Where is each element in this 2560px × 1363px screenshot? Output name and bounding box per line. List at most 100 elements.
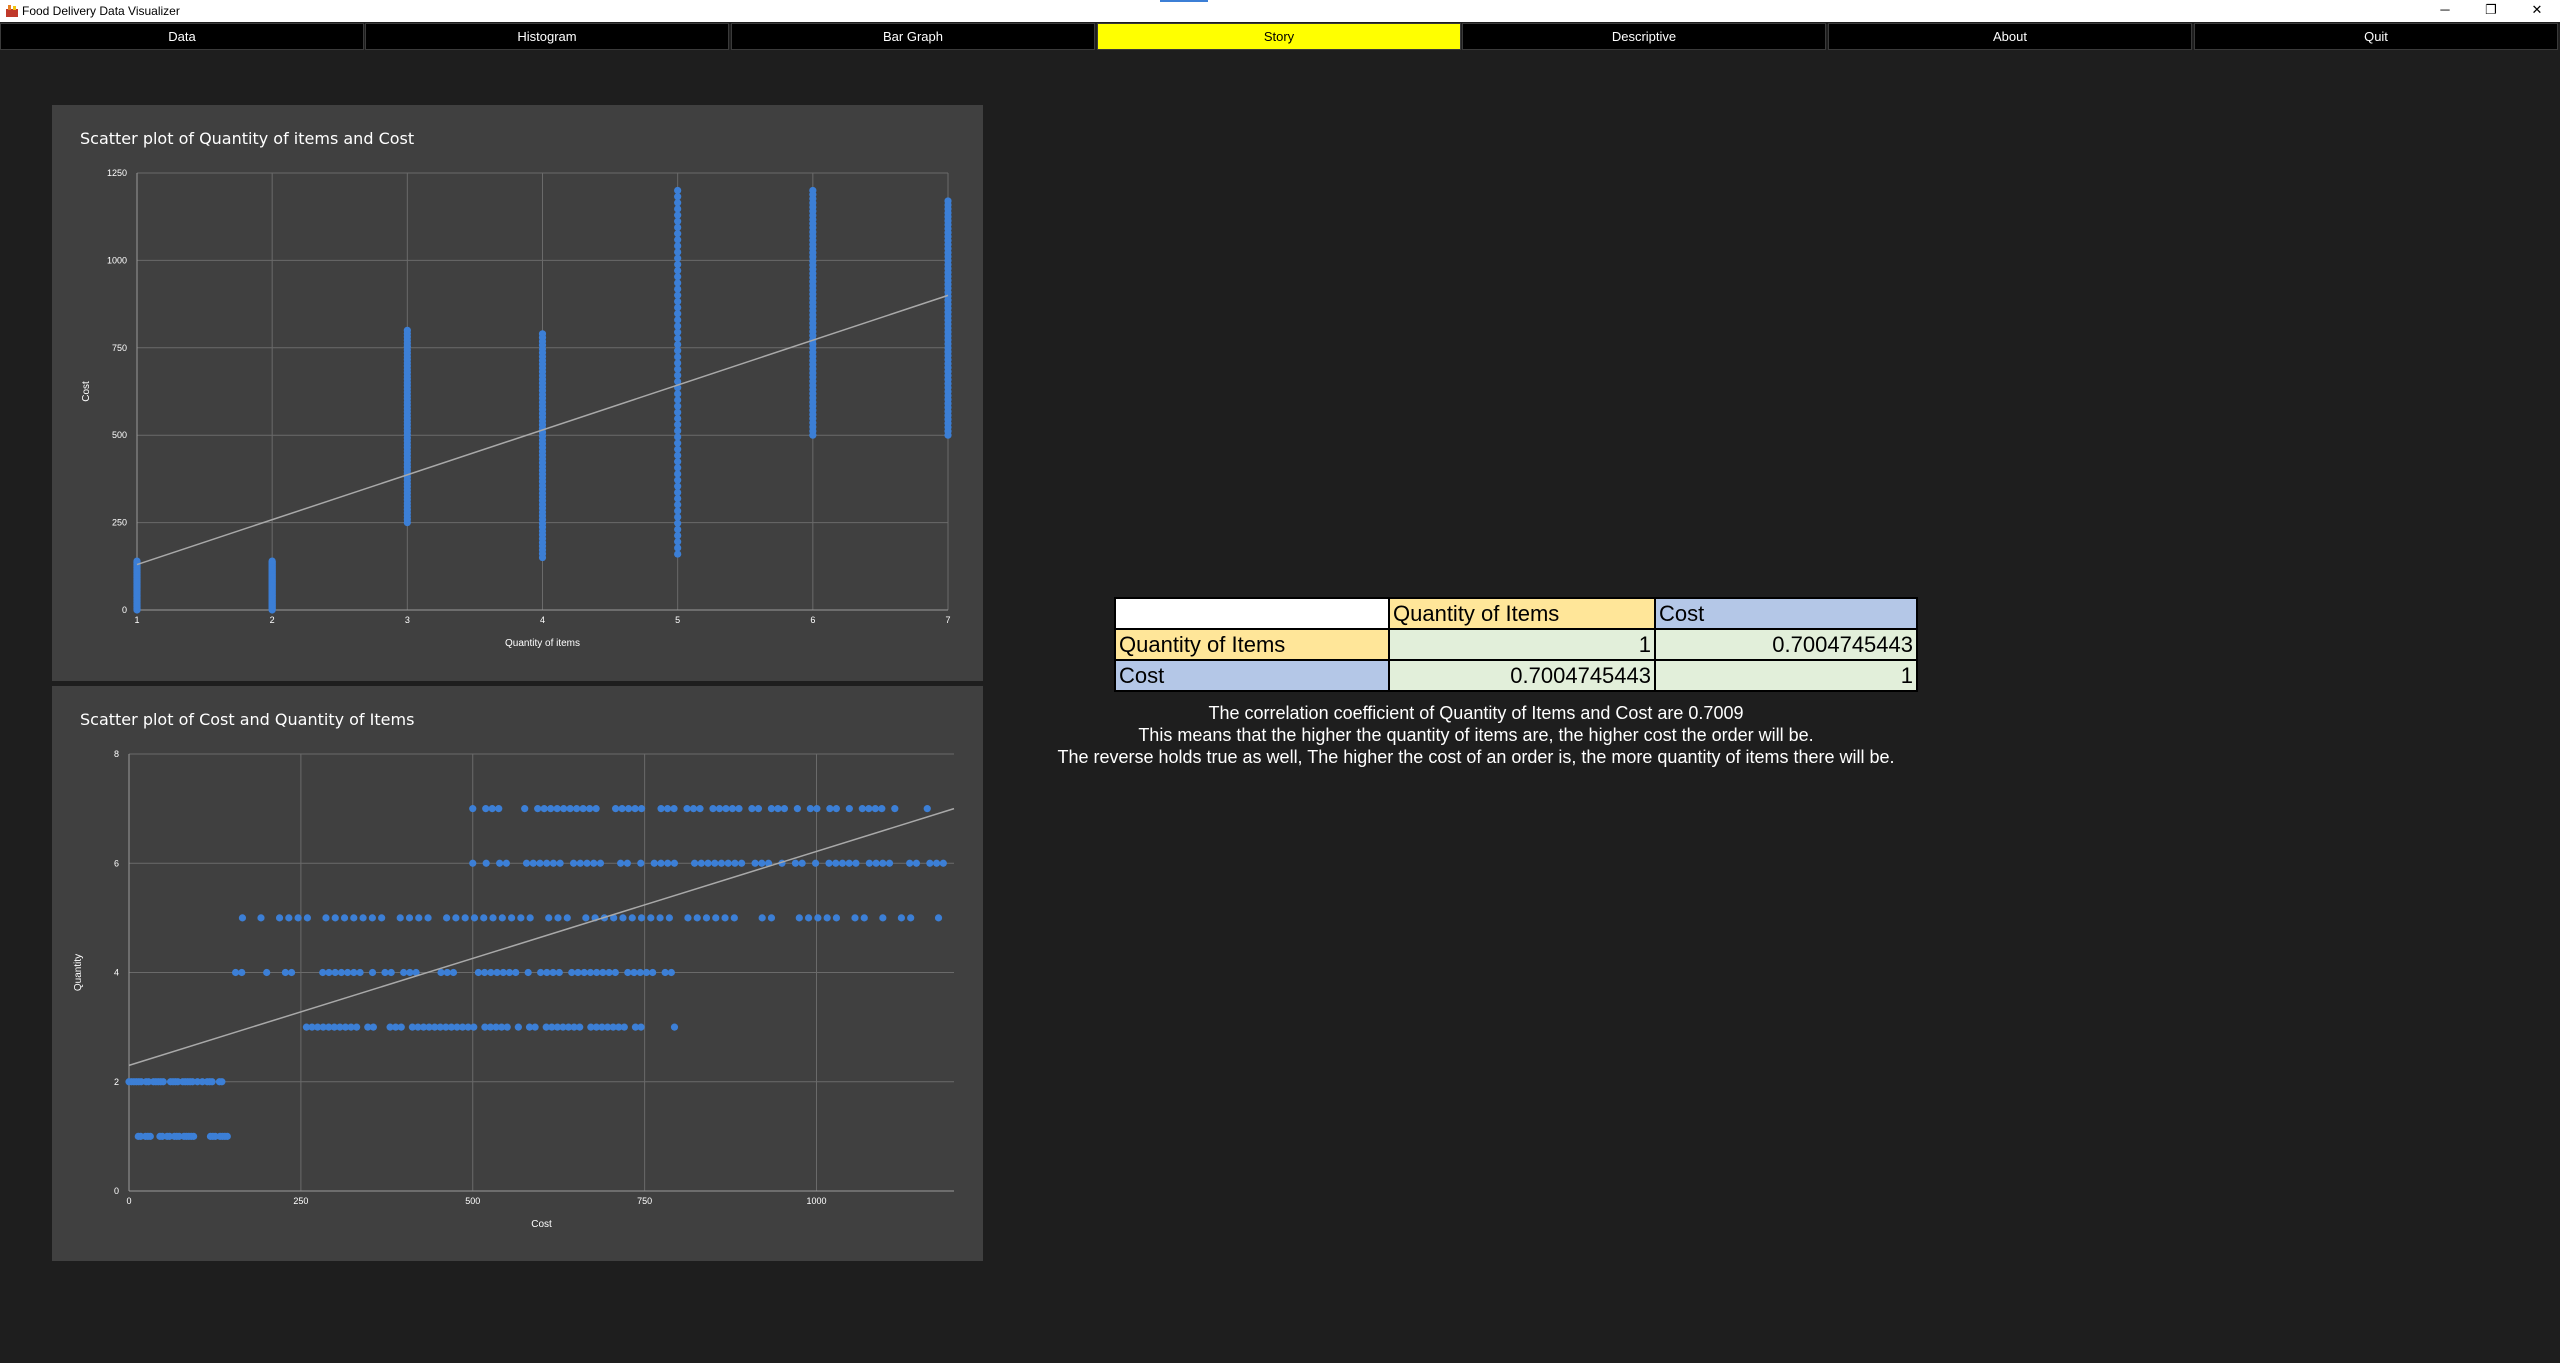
- data-point: [684, 914, 692, 922]
- data-point: [503, 1023, 511, 1031]
- data-point: [674, 538, 682, 546]
- restore-icon[interactable]: ❐: [2468, 0, 2514, 22]
- data-point: [378, 914, 386, 922]
- y-tick-label: 500: [112, 430, 127, 440]
- x-tick-label: 2: [270, 615, 275, 625]
- data-point: [590, 859, 598, 867]
- data-point: [624, 805, 633, 813]
- data-point: [560, 805, 568, 813]
- data-point: [340, 914, 349, 922]
- data-point: [619, 914, 627, 922]
- data-point: [897, 914, 906, 922]
- data-point: [674, 347, 682, 355]
- data-point: [586, 805, 594, 813]
- data-point: [495, 805, 503, 813]
- data-point: [758, 914, 766, 922]
- data-point: [858, 805, 866, 813]
- data-point: [628, 914, 636, 922]
- data-point: [674, 458, 682, 466]
- data-point: [381, 968, 389, 977]
- data-point: [583, 859, 591, 867]
- x-axis-label: Quantity of items: [505, 638, 580, 649]
- close-icon[interactable]: ✕: [2514, 0, 2560, 22]
- data-point: [767, 805, 776, 813]
- tab-story[interactable]: Story: [1097, 23, 1461, 50]
- data-point: [704, 859, 712, 867]
- data-point: [806, 805, 814, 813]
- tab-quit[interactable]: Quit: [2194, 23, 2558, 50]
- data-point: [674, 310, 682, 318]
- data-point: [566, 805, 574, 813]
- data-point: [482, 805, 490, 813]
- data-point: [885, 859, 894, 867]
- story-line: The reverse holds true as well, The high…: [1057, 747, 1895, 767]
- data-point: [545, 914, 553, 922]
- data-point: [711, 859, 719, 867]
- window-title: Food Delivery Data Visualizer: [22, 4, 180, 18]
- data-point: [934, 914, 943, 922]
- data-point: [674, 439, 682, 447]
- data-point: [811, 859, 820, 867]
- x-tick-label: 5: [675, 615, 680, 625]
- tab-data[interactable]: Data: [0, 23, 364, 50]
- data-point: [674, 273, 682, 281]
- data-point: [593, 968, 601, 977]
- y-tick-label: 0: [114, 1186, 119, 1196]
- data-point: [563, 914, 571, 922]
- data-point: [774, 805, 782, 813]
- x-tick-label: 0: [126, 1196, 131, 1206]
- data-point: [674, 488, 682, 497]
- data-point: [674, 421, 682, 429]
- data-point: [674, 396, 682, 404]
- data-point: [674, 408, 682, 416]
- data-point: [502, 859, 510, 867]
- data-point: [674, 279, 682, 287]
- data-point: [637, 859, 645, 867]
- data-point: [674, 482, 682, 490]
- data-point: [356, 968, 364, 977]
- data-point: [294, 914, 302, 922]
- data-point: [406, 968, 414, 977]
- story-line: This means that the higher the quantity …: [1138, 725, 1814, 745]
- data-point: [596, 859, 605, 867]
- data-point: [944, 197, 952, 205]
- data-point: [838, 859, 847, 867]
- data-point: [359, 914, 367, 922]
- data-point: [350, 968, 358, 977]
- tab-descriptive[interactable]: Descriptive: [1462, 23, 1826, 50]
- data-point: [717, 859, 726, 867]
- data-point: [617, 859, 625, 867]
- data-point: [469, 859, 477, 867]
- data-point: [547, 805, 555, 813]
- table-row-label: Quantity of Items: [1114, 628, 1390, 661]
- data-point: [529, 859, 537, 867]
- data-point: [443, 914, 451, 922]
- data-point: [573, 805, 581, 813]
- data-point: [624, 968, 632, 977]
- data-point: [728, 805, 737, 813]
- data-point: [350, 914, 358, 922]
- story-line: The correlation coefficient of Quantity …: [1208, 703, 1744, 723]
- minimize-icon[interactable]: ─: [2422, 0, 2468, 22]
- data-point: [507, 914, 516, 922]
- data-point: [879, 914, 887, 922]
- data-point: [670, 805, 678, 813]
- data-point: [538, 330, 547, 338]
- data-point: [553, 805, 561, 813]
- data-point: [872, 859, 880, 867]
- data-point: [470, 1023, 478, 1031]
- data-point: [878, 805, 886, 813]
- data-point: [674, 476, 682, 484]
- data-point: [482, 859, 490, 867]
- table-cell: 0.7004745443: [1654, 628, 1918, 661]
- tab-about[interactable]: About: [1828, 23, 2192, 50]
- data-point: [400, 968, 408, 977]
- tab-bar-graph[interactable]: Bar Graph: [731, 23, 1095, 50]
- nav-bar: Data Histogram Bar Graph Story Descripti…: [0, 23, 2560, 51]
- data-point: [549, 859, 558, 867]
- data-point: [689, 805, 698, 813]
- data-point: [670, 859, 679, 867]
- data-point: [281, 968, 289, 977]
- data-point: [489, 914, 497, 922]
- tab-histogram[interactable]: Histogram: [365, 23, 729, 50]
